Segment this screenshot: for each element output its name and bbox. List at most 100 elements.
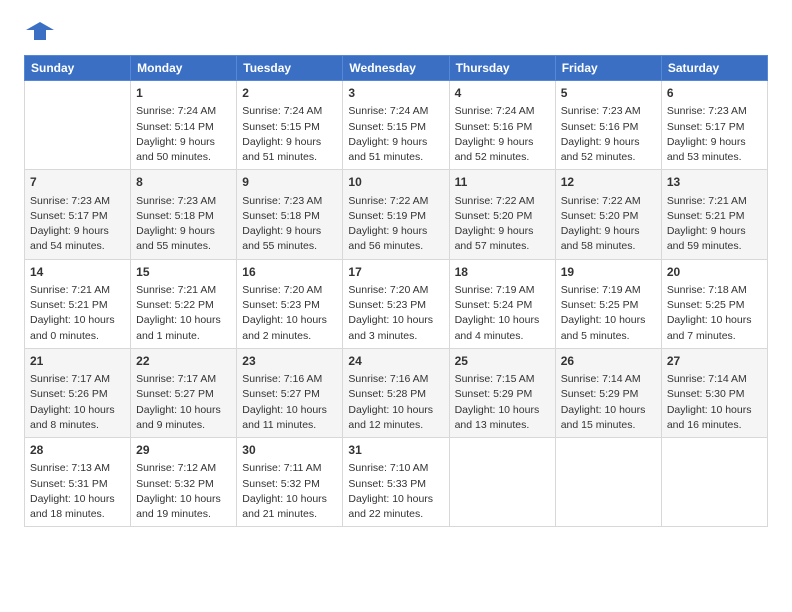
day-info: Sunrise: 7:14 AM	[561, 372, 656, 387]
day-info: Sunrise: 7:23 AM	[667, 104, 762, 119]
day-info: Daylight: 10 hours	[667, 313, 762, 328]
day-number: 25	[455, 353, 550, 370]
day-info: and 59 minutes.	[667, 239, 762, 254]
day-info: and 55 minutes.	[242, 239, 337, 254]
day-info: Daylight: 10 hours	[30, 403, 125, 418]
day-number: 10	[348, 174, 443, 191]
day-info: and 1 minute.	[136, 329, 231, 344]
day-info: and 7 minutes.	[667, 329, 762, 344]
calendar-cell: 28Sunrise: 7:13 AMSunset: 5:31 PMDayligh…	[25, 438, 131, 527]
calendar-cell: 18Sunrise: 7:19 AMSunset: 5:24 PMDayligh…	[449, 259, 555, 348]
day-info: Sunrise: 7:20 AM	[242, 283, 337, 298]
day-info: and 9 minutes.	[136, 418, 231, 433]
day-info: Daylight: 9 hours	[242, 135, 337, 150]
calendar-cell: 2Sunrise: 7:24 AMSunset: 5:15 PMDaylight…	[237, 81, 343, 170]
calendar-cell	[449, 438, 555, 527]
day-info: and 2 minutes.	[242, 329, 337, 344]
day-info: Daylight: 9 hours	[455, 224, 550, 239]
day-number: 6	[667, 85, 762, 102]
calendar-cell: 1 Sunrise: 7:24 AMSunset: 5:14 PMDaylight…	[131, 81, 237, 170]
calendar-week-row: 7Sunrise: 7:23 AMSunset: 5:17 PMDaylight…	[25, 170, 768, 259]
column-header-tuesday: Tuesday	[237, 56, 343, 81]
day-info: Sunset: 5:22 PM	[136, 298, 231, 313]
day-number: 17	[348, 264, 443, 281]
day-number: 1	[136, 85, 231, 102]
day-info: Sunset: 5:32 PM	[242, 477, 337, 492]
calendar-cell: 19Sunrise: 7:19 AMSunset: 5:25 PMDayligh…	[555, 259, 661, 348]
day-info: Sunset: 5:14 PM	[136, 120, 231, 135]
day-info: Daylight: 10 hours	[242, 403, 337, 418]
day-info: Daylight: 10 hours	[348, 313, 443, 328]
day-number: 27	[667, 353, 762, 370]
day-info: and 58 minutes.	[561, 239, 656, 254]
day-info: Sunrise: 7:23 AM	[30, 194, 125, 209]
day-info: and 52 minutes.	[455, 150, 550, 165]
day-info: Sunrise: 7:24 AM	[136, 104, 231, 119]
day-number: 15	[136, 264, 231, 281]
day-info: Daylight: 10 hours	[136, 313, 231, 328]
day-info: Sunset: 5:21 PM	[667, 209, 762, 224]
day-info: and 16 minutes.	[667, 418, 762, 433]
calendar-cell: 25Sunrise: 7:15 AMSunset: 5:29 PMDayligh…	[449, 348, 555, 437]
day-info: Sunrise: 7:11 AM	[242, 461, 337, 476]
day-number: 28	[30, 442, 125, 459]
day-info: Sunset: 5:30 PM	[667, 387, 762, 402]
day-info: Sunset: 5:20 PM	[455, 209, 550, 224]
calendar-cell: 13Sunrise: 7:21 AMSunset: 5:21 PMDayligh…	[661, 170, 767, 259]
calendar-cell: 16Sunrise: 7:20 AMSunset: 5:23 PMDayligh…	[237, 259, 343, 348]
calendar-cell: 24Sunrise: 7:16 AMSunset: 5:28 PMDayligh…	[343, 348, 449, 437]
calendar-cell: 6Sunrise: 7:23 AMSunset: 5:17 PMDaylight…	[661, 81, 767, 170]
day-number: 11	[455, 174, 550, 191]
calendar-cell: 8Sunrise: 7:23 AMSunset: 5:18 PMDaylight…	[131, 170, 237, 259]
column-header-saturday: Saturday	[661, 56, 767, 81]
day-info: Sunrise: 7:21 AM	[30, 283, 125, 298]
day-info: and 57 minutes.	[455, 239, 550, 254]
calendar-week-row: 1Sunrise: 7:24 AMSunset: 5:14 PMDaylight…	[25, 81, 768, 170]
calendar-cell: 15Sunrise: 7:21 AMSunset: 5:22 PMDayligh…	[131, 259, 237, 348]
day-info: Daylight: 9 hours	[136, 224, 231, 239]
day-info: and 19 minutes.	[136, 507, 231, 522]
day-info: and 22 minutes.	[348, 507, 443, 522]
calendar-cell: 11Sunrise: 7:22 AMSunset: 5:20 PMDayligh…	[449, 170, 555, 259]
day-info: Daylight: 9 hours	[455, 135, 550, 150]
page-header	[24, 20, 768, 47]
day-info: Sunset: 5:27 PM	[136, 387, 231, 402]
day-info: Sunrise: 7:22 AM	[561, 194, 656, 209]
day-info: Sunset: 5:24 PM	[455, 298, 550, 313]
calendar-cell: 30Sunrise: 7:11 AMSunset: 5:32 PMDayligh…	[237, 438, 343, 527]
day-info: Sunset: 5:20 PM	[561, 209, 656, 224]
calendar-cell: 26Sunrise: 7:14 AMSunset: 5:29 PMDayligh…	[555, 348, 661, 437]
day-info: Daylight: 9 hours	[136, 135, 231, 150]
day-info: Sunset: 5:29 PM	[561, 387, 656, 402]
day-info: Daylight: 10 hours	[561, 313, 656, 328]
day-info: Daylight: 10 hours	[348, 403, 443, 418]
day-info: Sunset: 5:15 PM	[348, 120, 443, 135]
day-info: Daylight: 9 hours	[348, 224, 443, 239]
column-header-thursday: Thursday	[449, 56, 555, 81]
day-info: Sunset: 5:33 PM	[348, 477, 443, 492]
day-info: Sunrise: 7:18 AM	[667, 283, 762, 298]
day-info: Daylight: 9 hours	[242, 224, 337, 239]
day-info: Sunset: 5:17 PM	[667, 120, 762, 135]
calendar-cell	[25, 81, 131, 170]
day-info: Sunset: 5:28 PM	[348, 387, 443, 402]
calendar-header-row: SundayMondayTuesdayWednesdayThursdayFrid…	[25, 56, 768, 81]
day-info: Sunrise: 7:24 AM	[348, 104, 443, 119]
calendar-week-row: 21Sunrise: 7:17 AMSunset: 5:26 PMDayligh…	[25, 348, 768, 437]
day-info: Sunrise: 7:15 AM	[455, 372, 550, 387]
day-info: Sunset: 5:15 PM	[242, 120, 337, 135]
day-info: and 18 minutes.	[30, 507, 125, 522]
calendar-cell: 22Sunrise: 7:17 AMSunset: 5:27 PMDayligh…	[131, 348, 237, 437]
day-info: Sunset: 5:26 PM	[30, 387, 125, 402]
calendar-cell	[661, 438, 767, 527]
day-info: and 56 minutes.	[348, 239, 443, 254]
day-info: Sunset: 5:16 PM	[455, 120, 550, 135]
day-info: and 51 minutes.	[348, 150, 443, 165]
day-info: Sunset: 5:32 PM	[136, 477, 231, 492]
day-info: Daylight: 10 hours	[242, 492, 337, 507]
day-info: Daylight: 10 hours	[136, 403, 231, 418]
calendar-table: SundayMondayTuesdayWednesdayThursdayFrid…	[24, 55, 768, 527]
day-info: and 51 minutes.	[242, 150, 337, 165]
day-info: Sunset: 5:25 PM	[667, 298, 762, 313]
day-info: Sunset: 5:23 PM	[242, 298, 337, 313]
